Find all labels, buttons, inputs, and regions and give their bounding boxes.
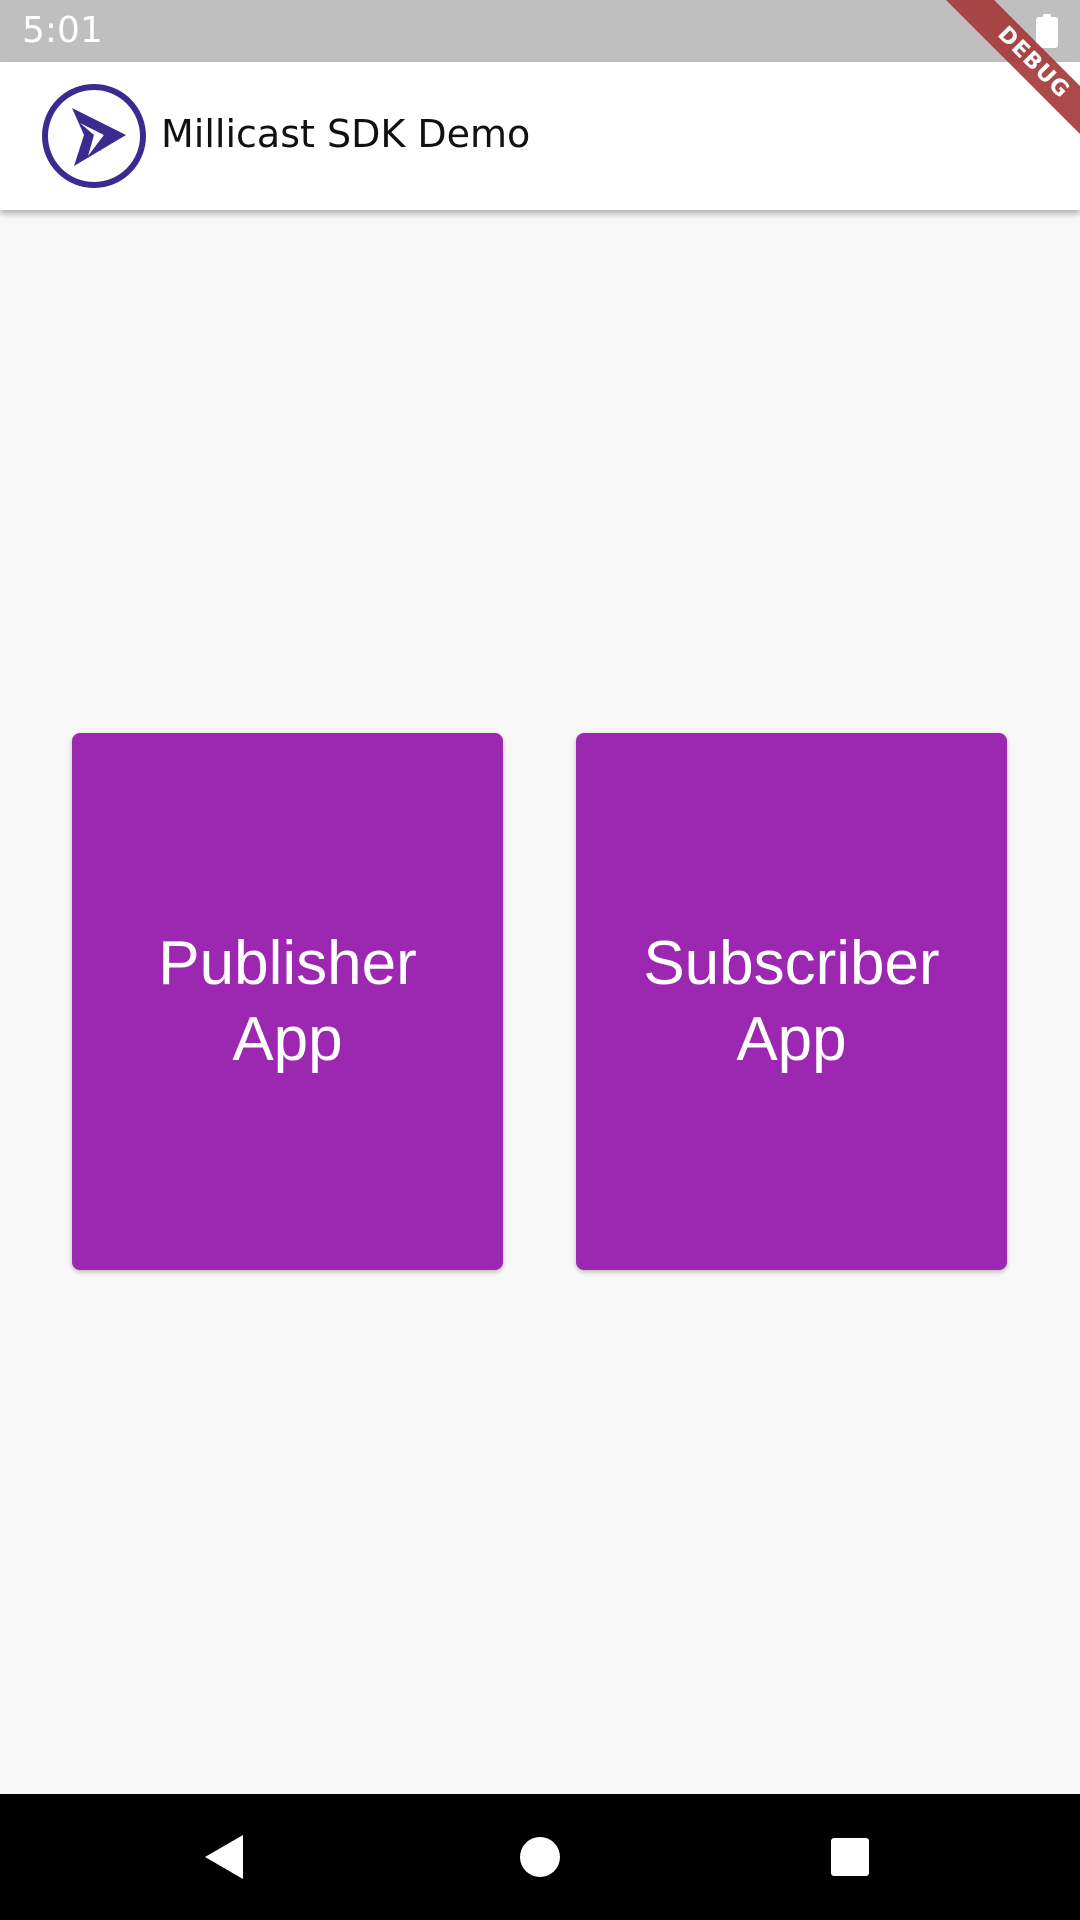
recents-square-icon[interactable] (820, 1827, 880, 1887)
status-time: 5:01 (22, 10, 103, 51)
status-bar: 5:01 (0, 0, 1080, 62)
subscriber-label-line1: Subscriber (643, 928, 940, 998)
millicast-logo-icon (42, 84, 146, 188)
app-title: Millicast SDK Demo (161, 112, 531, 156)
publisher-label-line2: App (232, 1004, 343, 1074)
app-bar: Millicast SDK Demo (0, 62, 1080, 210)
publisher-label-line1: Publisher (158, 928, 417, 998)
subscriber-app-label: Subscriber App (602, 926, 982, 1078)
home-circle-icon[interactable] (510, 1827, 570, 1887)
navigation-bar (0, 1794, 1080, 1920)
battery-full-icon (1036, 14, 1058, 48)
subscriber-app-button[interactable]: Subscriber App (576, 733, 1007, 1270)
subscriber-label-line2: App (736, 1004, 847, 1074)
back-triangle-icon[interactable] (195, 1827, 255, 1887)
publisher-app-button[interactable]: Publisher App (72, 733, 503, 1270)
publisher-app-label: Publisher App (98, 926, 478, 1078)
